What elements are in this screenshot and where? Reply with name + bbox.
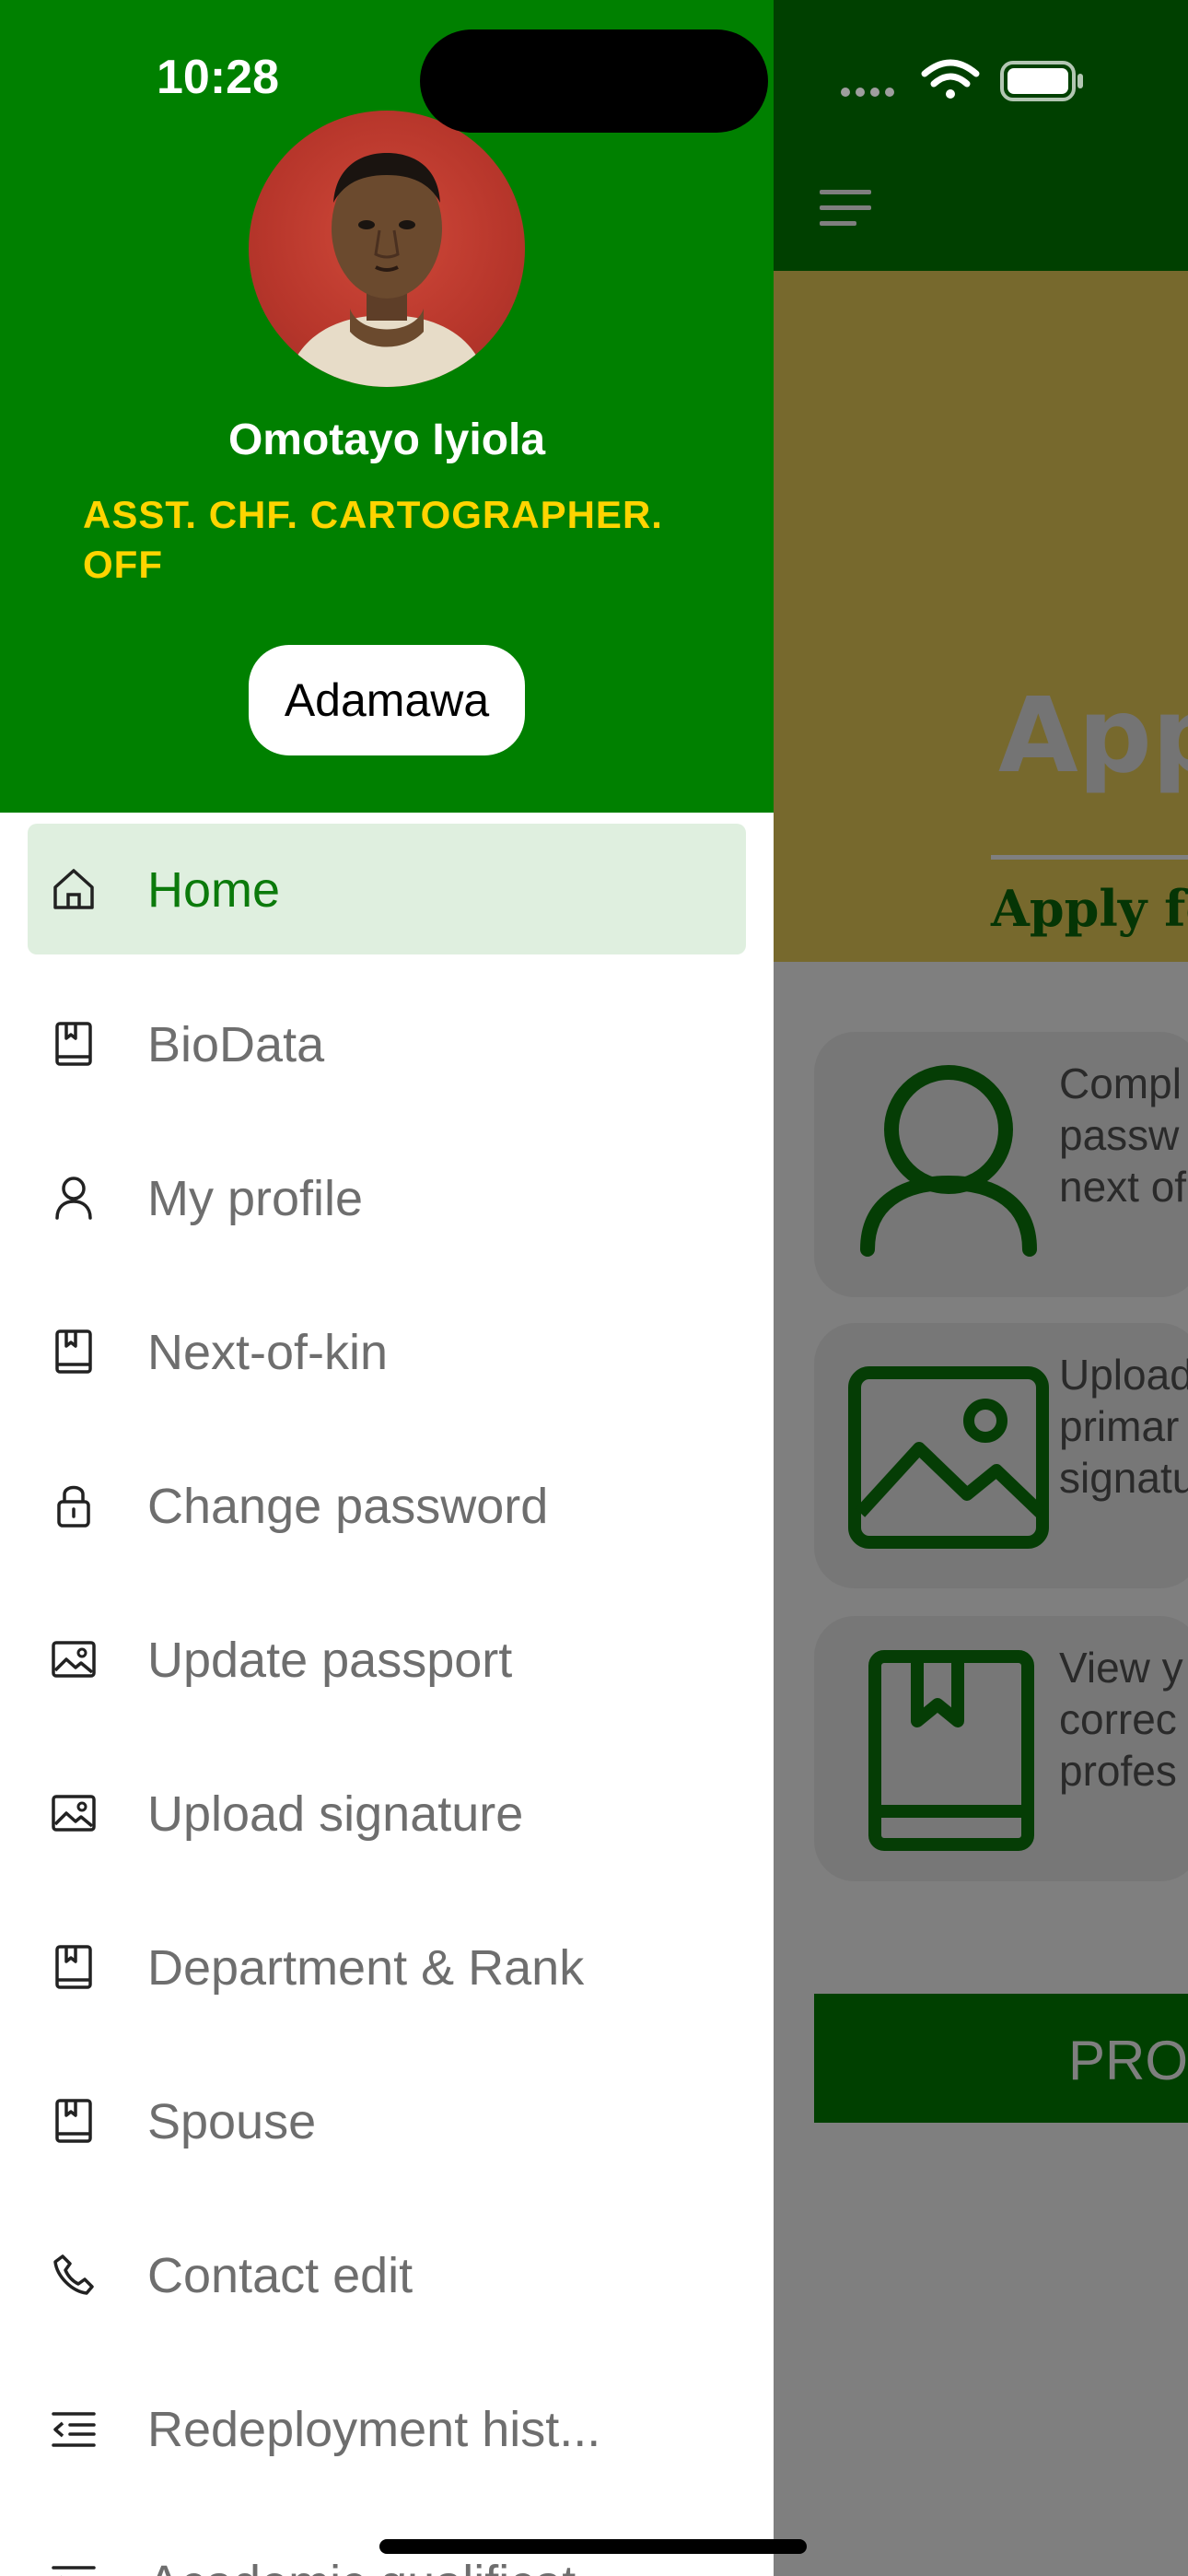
menu-item-label: Next-of-kin [147,1325,389,1380]
person-icon [55,1177,92,1220]
profile-photo [285,153,488,387]
home-indicator[interactable] [379,2539,807,2554]
user-rank: ASST. CHF. CARTOGRAPHER. OFF [83,493,663,586]
menu-item-biodata[interactable]: BioData [28,978,746,1109]
menu-item-label: Academic qualificat [147,2554,576,2576]
menu-item-change-password[interactable]: Change password [28,1440,746,1571]
user-name: Omotayo Iyiola [227,416,546,464]
navigation-drawer: Omotayo Iyiola ASST. CHF. CARTOGRAPHER. … [0,0,774,2576]
list-indent-icon [52,2412,96,2447]
book-icon [55,1022,92,1066]
avatar[interactable] [249,111,525,387]
menu-item-upload-signature[interactable]: Upload signature [28,1748,746,1879]
menu-item-update-passport[interactable]: Update passport [28,1594,746,1725]
image-icon [52,1641,96,1678]
menu-item-label: Change password [147,1479,549,1534]
menu-item-label: Home [147,862,281,918]
menu-item-label: Update passport [147,1633,513,1688]
state-badge[interactable]: Adamawa [249,645,525,755]
list-indent-icon [52,2566,96,2576]
menu-item-label: My profile [147,1171,364,1226]
menu-item-label: Redeployment hist... [147,2402,601,2457]
image-icon [52,1795,96,1832]
wifi-icon [921,59,980,99]
book-icon [55,1329,92,1374]
menu-item-label: Spouse [147,2094,317,2149]
book-icon [55,1945,92,1989]
menu-item-next-of-kin[interactable]: Next-of-kin [28,1286,746,1417]
menu-item-label: Department & Rank [147,1940,585,1996]
menu-item-label: Upload signature [147,1786,524,1842]
dynamic-island [420,29,768,133]
status-time: 10:28 [157,51,279,104]
status-icons [841,59,1083,101]
book-icon [55,2099,92,2143]
menu-item-contact-edit[interactable]: Contact edit [28,2209,746,2340]
menu-item-department-rank[interactable]: Department & Rank [28,1902,746,2032]
battery-icon [1000,61,1083,101]
phone-icon [53,2254,94,2295]
home-icon [53,869,94,909]
menu-item-home[interactable]: Home [28,824,746,954]
menu-item-my-profile[interactable]: My profile [28,1132,746,1263]
menu-item-label: Contact edit [147,2248,413,2303]
menu-item-redeployment-history[interactable]: Redeployment hist... [28,2363,746,2494]
cellular-signal-icon [841,88,894,97]
menu-item-spouse[interactable]: Spouse [28,2055,746,2186]
lock-icon [57,1485,90,1528]
menu-item-label: BioData [147,1017,325,1072]
